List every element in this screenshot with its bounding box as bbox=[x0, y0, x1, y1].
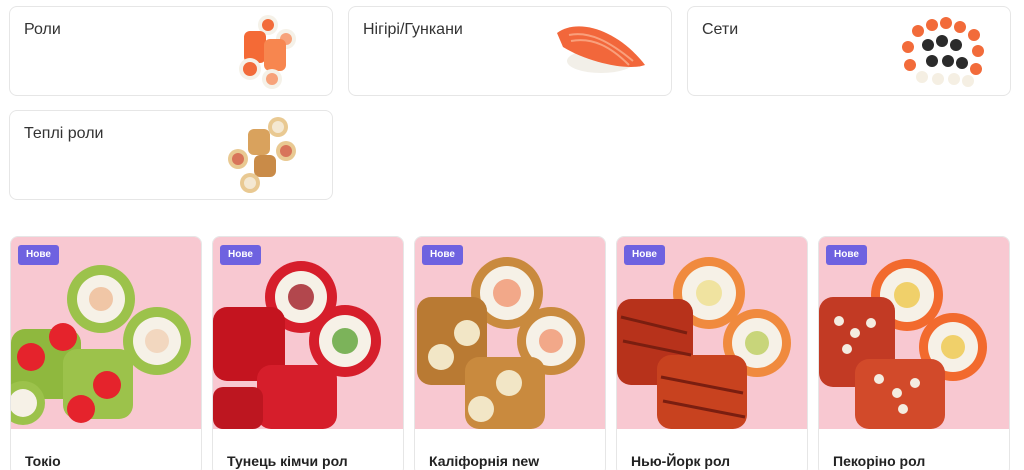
new-badge: Нове bbox=[422, 245, 463, 265]
product-photo: Нове bbox=[11, 237, 201, 429]
product-name[interactable]: Тунець кімчи рол bbox=[227, 453, 348, 469]
category-card-rolls[interactable]: Роли bbox=[9, 6, 333, 96]
product-photo: Нове bbox=[819, 237, 1009, 429]
product-name[interactable]: Токіо bbox=[25, 453, 61, 469]
category-card-warm-rolls[interactable]: Теплі роли bbox=[9, 110, 333, 200]
rolls-image bbox=[239, 15, 296, 89]
new-badge: Нове bbox=[624, 245, 665, 265]
category-card-sets[interactable]: Сети bbox=[687, 6, 1011, 96]
new-badge: Нове bbox=[826, 245, 867, 265]
product-card-pecorino[interactable]: Нове Пекоріно рол bbox=[818, 236, 1010, 470]
product-photo: Нове bbox=[617, 237, 807, 429]
new-badge: Нове bbox=[18, 245, 59, 265]
nigiri-image bbox=[557, 26, 645, 73]
category-card-nigiri[interactable]: Нігірі/Гункани bbox=[348, 6, 672, 96]
product-name[interactable]: Нью-Йорк рол bbox=[631, 453, 730, 469]
product-card-california[interactable]: Нове Каліфорнія new bbox=[414, 236, 606, 470]
sets-image bbox=[902, 17, 984, 87]
product-name[interactable]: Каліфорнія new bbox=[429, 453, 539, 469]
product-card-new-york[interactable]: Нове Нью-Йорк рол bbox=[616, 236, 808, 470]
category-label: Роли bbox=[24, 21, 61, 38]
new-badge: Нове bbox=[220, 245, 261, 265]
category-label: Нігірі/Гункани bbox=[363, 21, 463, 38]
product-photo: Нове bbox=[415, 237, 605, 429]
product-name[interactable]: Пекоріно рол bbox=[833, 453, 925, 469]
product-card-tokio[interactable]: Нове Токіо bbox=[10, 236, 202, 470]
category-label: Сети bbox=[702, 21, 739, 38]
product-photo: Нове bbox=[213, 237, 403, 429]
warm-rolls-image bbox=[228, 117, 296, 193]
product-card-tuna-kimchi[interactable]: Нове Тунець кімчи рол bbox=[212, 236, 404, 470]
category-label: Теплі роли bbox=[24, 125, 104, 142]
